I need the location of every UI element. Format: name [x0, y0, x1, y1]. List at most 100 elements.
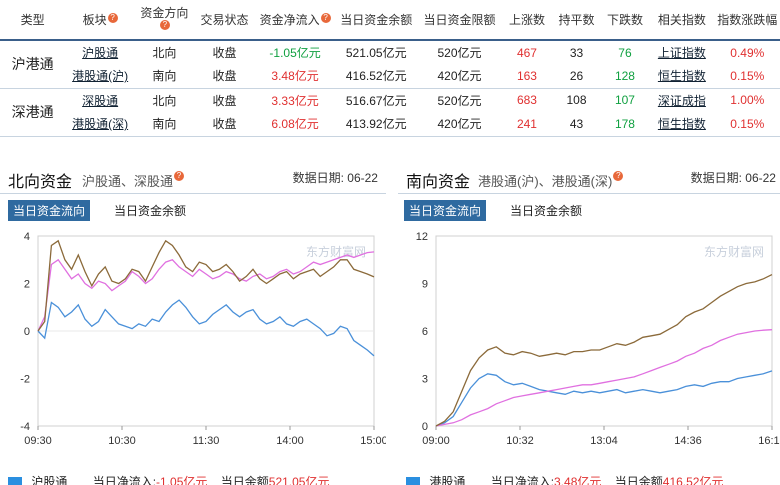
limit: 420亿元 — [417, 64, 502, 89]
net-inflow: 3.33亿元 — [271, 93, 319, 108]
col-net: 资金净流入? — [255, 0, 336, 41]
x-tick-label: 16:10 — [758, 435, 780, 447]
y-tick-label: -4 — [20, 421, 30, 433]
index-change: 1.00% — [730, 93, 765, 108]
status: 收盘 — [193, 64, 256, 89]
net-inflow: 3.48亿元 — [255, 64, 336, 89]
status: 收盘 — [212, 46, 237, 60]
panel-title: 南向资金 — [406, 174, 471, 191]
col-board: 板块? — [65, 0, 135, 41]
col-up: 上涨数 — [501, 0, 553, 41]
index-change: 0.15% — [714, 64, 780, 89]
x-tick-label: 10:30 — [108, 435, 136, 447]
north-panel: 北向资金 沪股通、深股通? 数据日期: 06-22 当日资金流向 当日资金余额 … — [0, 160, 386, 485]
status: 收盘 — [193, 112, 256, 137]
help-icon[interactable]: ? — [613, 171, 624, 181]
direction: 北向 — [152, 46, 177, 60]
down-count: 128 — [600, 64, 650, 89]
board-link[interactable]: 港股通(深) — [72, 117, 128, 131]
help-icon[interactable]: ? — [159, 19, 170, 30]
y-tick-label: 6 — [422, 326, 428, 338]
col-balance: 当日资金余额 — [335, 0, 418, 41]
series-line — [37, 251, 375, 332]
series-line — [435, 274, 773, 427]
legend-swatch — [8, 476, 22, 485]
legend-bal: 416.52亿元 — [662, 475, 724, 485]
x-tick-label: 09:30 — [24, 435, 52, 447]
plot-frame — [435, 235, 773, 427]
y-tick-label: -2 — [20, 374, 30, 386]
legend-net-label: 当日净流入: — [92, 475, 157, 485]
panel-subtitle: 沪股通、深股通? — [82, 171, 185, 190]
panel-title: 北向资金 — [8, 174, 73, 191]
up-count: 683 — [516, 93, 537, 108]
index-link[interactable]: 深证成指 — [658, 94, 706, 108]
board-link[interactable]: 沪股通 — [82, 46, 118, 60]
col-status: 交易状态 — [193, 0, 256, 41]
x-tick-label: 09:00 — [422, 435, 450, 447]
watermark: 东方财富网 — [704, 244, 764, 259]
down-count: 178 — [600, 112, 650, 137]
divider — [0, 193, 386, 194]
index-link[interactable]: 恒生指数 — [658, 117, 706, 131]
col-limit: 当日资金限额 — [417, 0, 502, 41]
tab-flow[interactable]: 当日资金流向 — [8, 200, 91, 221]
limit: 420亿元 — [417, 112, 502, 137]
series-line — [435, 329, 773, 427]
net-inflow: -1.05亿元 — [269, 46, 321, 60]
tab-balance[interactable]: 当日资金余额 — [114, 202, 186, 219]
panel-subtitle: 港股通(沪)、港股通(深)? — [478, 171, 624, 190]
flat-count: 26 — [552, 64, 601, 89]
help-icon[interactable]: ? — [320, 12, 331, 23]
balance: 413.92亿元 — [335, 112, 418, 137]
legend-bal-label: 当日余额 — [220, 475, 269, 485]
index-link[interactable]: 上证指数 — [658, 46, 706, 60]
help-icon[interactable]: ? — [174, 171, 185, 181]
index-link[interactable]: 恒生指数 — [658, 69, 706, 83]
col-flat: 持平数 — [552, 0, 601, 41]
type-label: 深港通 — [0, 88, 66, 137]
col-change: 指数涨跌幅 — [714, 0, 780, 41]
x-tick-label: 15:00 — [360, 435, 386, 447]
col-direction: 资金方向? — [134, 0, 194, 41]
south-chart: 12 9 6 3 0 09:00 10:32 13:04 14:36 16:10 东方财富网 — [416, 231, 780, 447]
direction: 北向 — [152, 93, 177, 108]
up-count: 467 — [516, 45, 537, 60]
status: 收盘 — [212, 93, 237, 108]
table-row: 港股通(深) 南向 收盘 6.08亿元 413.92亿元 420亿元 241 4… — [0, 112, 780, 137]
table-header-row: 类型 板块? 资金方向? 交易状态 资金净流入? 当日资金余额 当日资金限额 上… — [0, 0, 780, 41]
flat-count: 33 — [569, 45, 584, 60]
down-count: 107 — [614, 93, 635, 108]
legend-bal-label: 当日余额 — [614, 475, 663, 485]
board-link[interactable]: 港股通(沪) — [72, 69, 128, 83]
table-row: 沪港通 沪股通 北向 收盘 -1.05亿元 521.05亿元 520亿元 467… — [0, 40, 780, 89]
direction: 南向 — [134, 112, 194, 137]
table-row: 港股通(沪) 南向 收盘 3.48亿元 416.52亿元 420亿元 163 2… — [0, 64, 780, 89]
table-row: 深港通 深股通 北向 收盘 3.33亿元 516.67亿元 520亿元 683 … — [0, 88, 780, 137]
x-tick-label: 10:32 — [506, 435, 534, 447]
limit: 520亿元 — [437, 46, 482, 60]
balance: 516.67亿元 — [345, 93, 407, 108]
y-tick-label: 3 — [422, 374, 428, 386]
type-label: 沪港通 — [0, 40, 66, 89]
x-tick-label: 14:36 — [674, 435, 702, 447]
legend-net-label: 当日净流入: — [490, 475, 555, 485]
summary-table: 类型 板块? 资金方向? 交易状态 资金净流入? 当日资金余额 当日资金限额 上… — [0, 0, 780, 137]
legend-name: 港股通 — [429, 475, 466, 485]
north-chart: 420-2-409:30 10:30 11:30 14:00 15:00东方财富网 — [20, 231, 386, 447]
tab-balance[interactable]: 当日资金余额 — [510, 202, 582, 219]
help-icon[interactable]: ? — [107, 12, 118, 23]
up-count: 241 — [501, 112, 553, 137]
up-count: 163 — [501, 64, 553, 89]
limit: 520亿元 — [437, 93, 482, 108]
board-link[interactable]: 深股通 — [82, 94, 118, 108]
divider — [398, 193, 780, 194]
balance: 521.05亿元 — [345, 46, 407, 60]
data-date: 数据日期: 06-22 — [292, 171, 378, 185]
tab-flow[interactable]: 当日资金流向 — [404, 200, 487, 221]
col-down: 下跌数 — [600, 0, 650, 41]
series-line — [435, 370, 773, 427]
col-index: 相关指数 — [649, 0, 715, 41]
index-change: 0.49% — [730, 45, 765, 60]
y-tick-label: 0 — [422, 421, 428, 433]
